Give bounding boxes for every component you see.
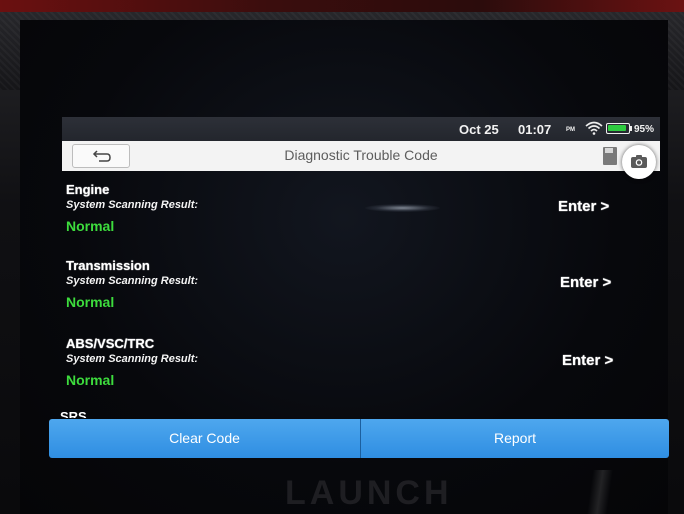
status-date: Oct 25 — [459, 122, 499, 137]
status-ampm: PM — [566, 127, 575, 133]
scan-result-status: Normal — [66, 372, 115, 388]
device-photo: Oct 25 01:07 PM 95% Diagnostic Trouble C… — [0, 0, 684, 514]
scan-result-status: Normal — [66, 218, 115, 234]
battery-percent: 95% — [634, 124, 655, 135]
system-row-transmission[interactable]: Transmission System Scanning Result: Nor… — [62, 258, 660, 334]
scan-result-label: System Scanning Result: — [66, 199, 199, 211]
report-button[interactable]: Report — [361, 419, 669, 458]
battery-icon — [606, 123, 630, 134]
enter-button[interactable]: Enter > — [558, 198, 609, 215]
system-name: Engine — [66, 182, 110, 197]
clear-code-button[interactable]: Clear Code — [49, 419, 360, 458]
scan-result-label: System Scanning Result: — [66, 353, 199, 365]
device-bezel-top — [0, 0, 684, 12]
status-bar: Oct 25 01:07 PM 95% — [62, 117, 660, 141]
screen-glare — [365, 204, 440, 212]
system-row-srs-airbag[interactable]: SRS Airbag — [60, 410, 101, 418]
system-name: ABS/VSC/TRC — [66, 336, 155, 351]
system-row-engine[interactable]: Engine System Scanning Result: Normal En… — [62, 182, 660, 258]
wifi-icon — [585, 121, 603, 135]
system-row-abs-vsc-trc[interactable]: ABS/VSC/TRC System Scanning Result: Norm… — [62, 336, 660, 412]
brand-logo: LAUNCH — [285, 474, 453, 512]
enter-button[interactable]: Enter > — [560, 274, 611, 291]
system-name: Transmission — [66, 258, 150, 273]
scan-result-status: Normal — [66, 294, 115, 310]
title-bar: Diagnostic Trouble Code — [62, 141, 660, 171]
screenshot-button[interactable] — [622, 145, 656, 179]
save-icon[interactable] — [602, 146, 620, 166]
status-time: 01:07 — [518, 122, 552, 137]
bottom-action-bar: Clear Code Report — [49, 419, 669, 458]
page-title: Diagnostic Trouble Code — [284, 147, 438, 163]
battery-fill — [608, 125, 626, 131]
camera-icon — [631, 155, 647, 168]
scan-result-label: System Scanning Result: — [66, 275, 199, 287]
battery-cap — [630, 126, 632, 131]
enter-button[interactable]: Enter > — [562, 352, 613, 369]
